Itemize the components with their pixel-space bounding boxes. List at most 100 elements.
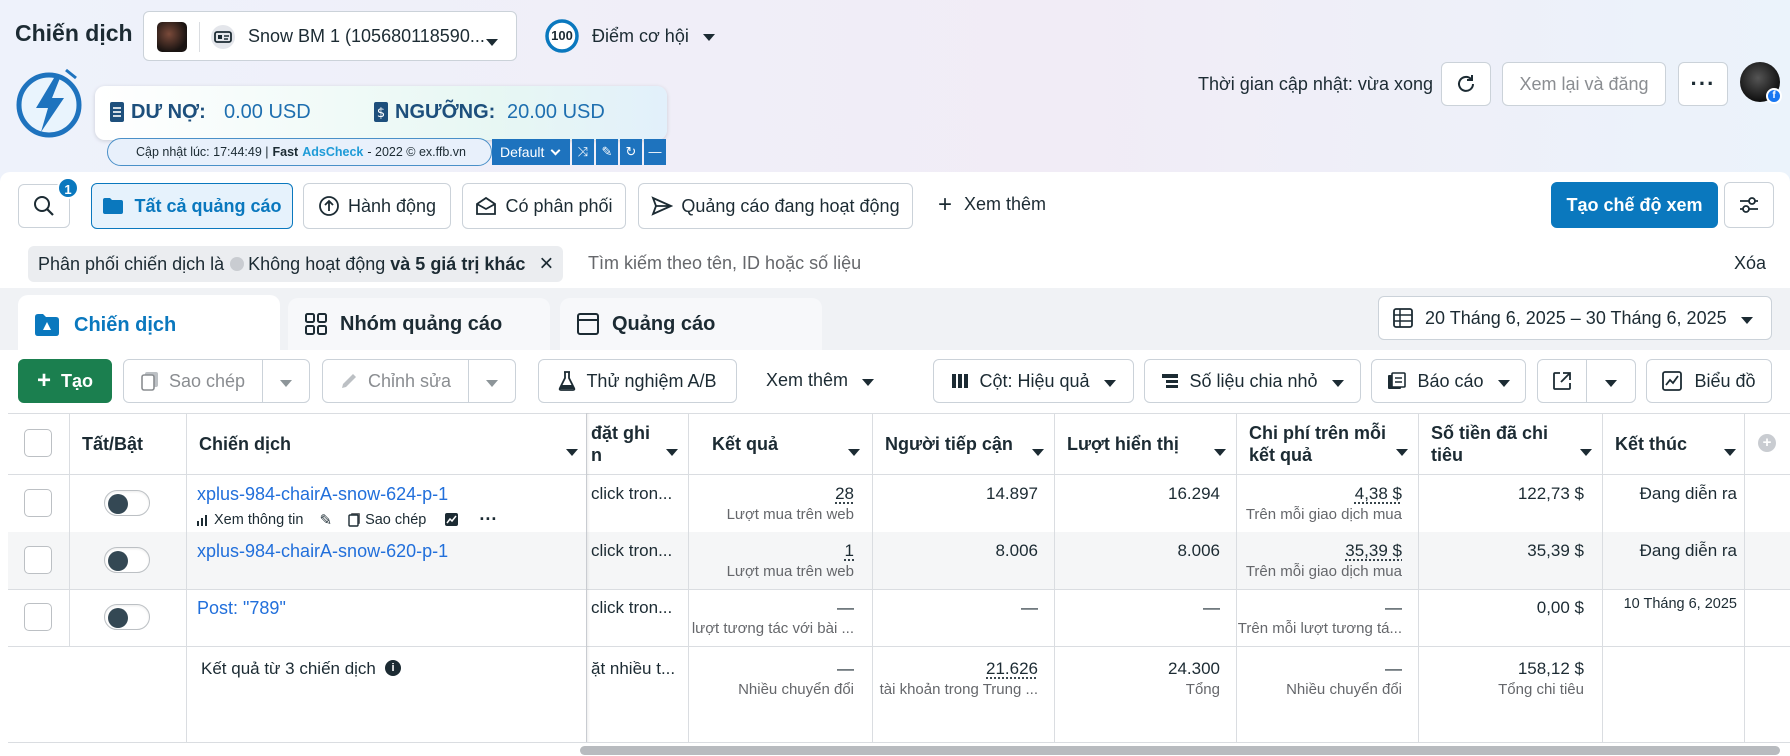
campaign-toggle[interactable] xyxy=(104,547,150,573)
account-avatar xyxy=(157,22,187,52)
see-more-filters[interactable]: + Xem thêm xyxy=(938,192,1046,216)
duplicate-dropdown[interactable] xyxy=(262,359,310,403)
chart-button[interactable]: Biểu đồ xyxy=(1646,359,1772,403)
export-dropdown[interactable] xyxy=(1586,359,1636,403)
profile-avatar[interactable]: f xyxy=(1740,62,1782,104)
duplicate-button[interactable]: Sao chép xyxy=(123,359,263,403)
tab-campaigns[interactable]: Chiến dịch xyxy=(18,295,280,355)
review-publish-button[interactable]: Xem lại và đăng xyxy=(1502,62,1666,106)
view-insights-link[interactable]: Xem thông tin xyxy=(214,512,303,528)
campaign-toggle[interactable] xyxy=(104,604,150,630)
search-input[interactable]: Tìm kiếm theo tên, ID hoặc số liệu xyxy=(588,253,861,274)
breakdown-button[interactable]: Số liệu chia nhỏ xyxy=(1144,359,1361,403)
filter-actions[interactable]: Hành động xyxy=(303,183,451,229)
ext-edit-button[interactable]: ✎ xyxy=(596,139,618,165)
ab-test-button[interactable]: Thử nghiệm A/B xyxy=(538,359,737,403)
campaign-folder-icon xyxy=(34,313,60,337)
ad-frame-icon xyxy=(576,312,600,336)
summary-impressions-value: 24.300 xyxy=(1168,659,1220,678)
chart-icon[interactable] xyxy=(444,512,459,527)
breakdown-label: Số liệu chia nhỏ xyxy=(1189,370,1318,391)
ext-minimize-button[interactable]: — xyxy=(644,139,666,165)
account-selector[interactable]: Snow BM 1 (105680118590... xyxy=(143,11,517,61)
columns-button[interactable]: Cột: Hiệu quả xyxy=(933,359,1134,403)
view-settings-button[interactable] xyxy=(1724,182,1774,228)
col-header-campaign[interactable]: Chiến dịch xyxy=(199,433,291,455)
sort-icon[interactable] xyxy=(1724,441,1736,461)
col-header-cost[interactable]: Chi phí trên mỗi kết quả xyxy=(1249,422,1386,466)
filter-delivered[interactable]: Có phân phối xyxy=(462,183,626,229)
filter-chip[interactable]: Phân phối chiến dịch là Không hoạt động … xyxy=(28,246,563,282)
clear-filter-link[interactable]: Xóa xyxy=(1734,253,1766,274)
summary-impressions-sub: Tổng xyxy=(1185,681,1220,698)
create-view-button[interactable]: Tạo chế độ xem xyxy=(1551,182,1718,228)
date-range-picker[interactable]: 20 Tháng 6, 2025 – 30 Tháng 6, 2025 xyxy=(1378,296,1772,340)
chevron-down-icon xyxy=(550,145,561,155)
summary-result-sub: Nhiều chuyển đổi xyxy=(738,681,854,698)
col-header-reach[interactable]: Người tiếp cận xyxy=(885,433,1013,455)
col-header-end[interactable]: Kết thúc xyxy=(1615,433,1687,455)
col-header-results[interactable]: Kết quả xyxy=(712,433,778,455)
col-header-spent[interactable]: Số tiền đã chi tiêu xyxy=(1431,422,1548,466)
reports-label: Báo cáo xyxy=(1417,370,1484,391)
campaign-toggle[interactable] xyxy=(104,490,150,516)
col-header-bid[interactable]: đặt ghi n xyxy=(591,422,650,466)
more-icon[interactable]: ··· xyxy=(479,509,497,530)
summary-bid: ặt nhiều t... xyxy=(591,659,676,678)
duplicate-link[interactable]: Sao chép xyxy=(365,512,426,528)
more-options-button[interactable]: ··· xyxy=(1678,62,1728,106)
col-header-toggle[interactable]: Tất/Bật xyxy=(82,433,143,455)
select-all-checkbox[interactable] xyxy=(24,429,52,457)
reports-button[interactable]: Báo cáo xyxy=(1371,359,1526,403)
edit-button[interactable]: Chỉnh sửa xyxy=(322,359,469,403)
ext-profile-select[interactable]: Default xyxy=(492,139,570,165)
edit-dropdown[interactable] xyxy=(468,359,516,403)
export-button[interactable] xyxy=(1537,359,1587,403)
refresh-button[interactable] xyxy=(1441,62,1491,106)
add-column-icon[interactable]: + xyxy=(1758,434,1776,452)
campaign-name-link[interactable]: Post: "789" xyxy=(197,598,286,619)
ext-refresh-button[interactable]: ↻ xyxy=(620,139,642,165)
cost-cell: 35,39 $ Trên mỗi giao dịch mua xyxy=(1246,541,1402,580)
see-more-actions[interactable]: Xem thêm xyxy=(766,370,874,391)
sort-icon[interactable] xyxy=(1580,441,1592,461)
refresh-icon xyxy=(1455,73,1477,95)
sort-icon[interactable] xyxy=(1396,441,1408,461)
col-header-impressions[interactable]: Lượt hiển thị xyxy=(1067,433,1179,455)
duplicate-label: Sao chép xyxy=(168,370,246,391)
tab-adsets[interactable]: Nhóm quảng cáo xyxy=(288,298,550,350)
line-chart-icon xyxy=(1662,371,1683,391)
sort-icon[interactable] xyxy=(848,441,860,461)
chevron-down-icon xyxy=(1104,371,1116,392)
pencil-icon xyxy=(340,372,358,390)
sort-icon[interactable] xyxy=(666,441,678,461)
campaign-name-link[interactable]: xplus-984-chairA-snow-624-p-1 xyxy=(197,484,448,505)
pencil-icon[interactable]: ✎ xyxy=(319,511,332,529)
sort-icon[interactable] xyxy=(1214,441,1226,461)
create-button[interactable]: + Tạo xyxy=(18,359,112,403)
chart-label: Biểu đồ xyxy=(1694,370,1756,391)
search-button[interactable]: 1 xyxy=(18,177,79,228)
end-cell: Đang diễn ra xyxy=(1639,484,1737,503)
status-dot-icon xyxy=(230,257,245,271)
sort-icon[interactable] xyxy=(566,441,578,461)
info-icon[interactable]: i xyxy=(385,660,401,676)
cost-subtext: Trên mỗi giao dịch mua xyxy=(1245,563,1402,580)
debt-value: 0.00 USD xyxy=(224,101,311,123)
filter-all-ads[interactable]: Tất cả quảng cáo xyxy=(91,183,293,229)
chevron-down-icon xyxy=(280,371,292,392)
opportunity-score[interactable]: 100 Điểm cơ hội xyxy=(544,18,715,54)
close-icon[interactable]: × xyxy=(539,252,553,276)
row-checkbox[interactable] xyxy=(24,546,52,574)
sort-icon[interactable] xyxy=(1032,441,1044,461)
ext-shuffle-button[interactable]: ⤨ xyxy=(572,139,594,165)
filter-active-ads[interactable]: Quảng cáo đang hoạt động xyxy=(638,183,913,229)
tab-ads[interactable]: Quảng cáo xyxy=(560,298,822,350)
reach-cell: 14.897 xyxy=(986,484,1038,503)
horizontal-scrollbar[interactable] xyxy=(580,746,1780,755)
campaign-name-link[interactable]: xplus-984-chairA-snow-620-p-1 xyxy=(197,541,448,562)
summary-result-value: — xyxy=(837,659,854,678)
row-checkbox[interactable] xyxy=(24,489,52,517)
svg-text:$: $ xyxy=(377,106,385,121)
row-checkbox[interactable] xyxy=(24,603,52,631)
